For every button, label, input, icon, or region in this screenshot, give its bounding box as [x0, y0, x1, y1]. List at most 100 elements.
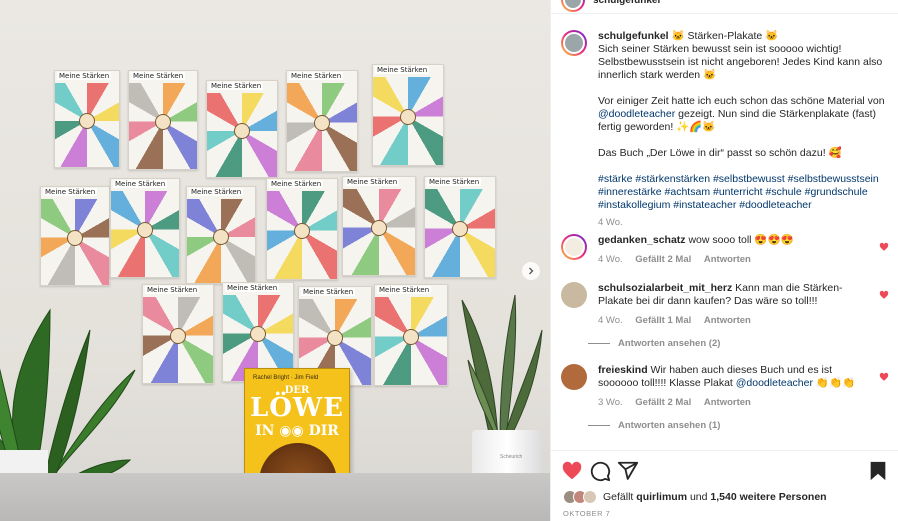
poster-label: Meine Stärken: [113, 180, 168, 188]
poster-label: Meine Stärken: [131, 72, 186, 80]
replies-dash: [588, 424, 610, 426]
comment-username[interactable]: gedanken_schatz: [598, 234, 686, 246]
book-title-in-dir: IN ◉◉ DIR: [255, 423, 339, 439]
commenter-avatar[interactable]: [561, 364, 587, 390]
comments-section[interactable]: schulgefunkel 🐱 Stärken-Plakate 🐱 Sich s…: [551, 22, 898, 448]
liker-avatars: [563, 490, 597, 504]
strengths-poster: Meine Stärken: [54, 70, 120, 168]
plant-right: [461, 294, 543, 439]
caption-entry: schulgefunkel 🐱 Stärken-Plakate 🐱 Sich s…: [561, 30, 889, 228]
replies-dash: [588, 342, 610, 344]
poster-label: Meine Stärken: [189, 188, 244, 196]
caption-mention-link[interactable]: @doodleteacher: [598, 108, 675, 120]
comment-time[interactable]: 4 Wo.: [598, 315, 623, 326]
save-button[interactable]: [867, 460, 889, 482]
caption-title: 🐱 Stärken-Plakate 🐱: [671, 30, 779, 42]
poster-label: Meine Stärken: [57, 72, 112, 80]
poster-lion-figure: [452, 221, 468, 237]
comment-mention-link[interactable]: @doodleteacher: [736, 377, 813, 389]
like-button[interactable]: [561, 460, 583, 482]
chevron-right-icon: [529, 267, 534, 275]
poster-label: Meine Stärken: [345, 178, 400, 186]
post-actions: Gefällt quirlimum und 1,540 weitere Pers…: [551, 450, 898, 521]
shelf: [0, 473, 550, 521]
comment-reply-button[interactable]: Antworten: [704, 254, 751, 265]
post-date[interactable]: OKTOBER 7: [563, 509, 610, 518]
likes-count-link[interactable]: 1,540 weitere Personen: [710, 491, 826, 503]
view-replies-button[interactable]: Antworten ansehen (2): [588, 338, 720, 349]
caption-username[interactable]: schulgefunkel: [598, 30, 669, 42]
strengths-poster: Meine Stärken: [206, 80, 278, 178]
view-replies-label: Antworten ansehen (1): [618, 420, 721, 431]
caption-time[interactable]: 4 Wo.: [598, 217, 623, 228]
likes-prefix: Gefällt: [603, 491, 634, 503]
pot-brand-label: Scheurich: [500, 454, 523, 460]
strengths-poster: Meine Stärken: [222, 282, 294, 382]
strengths-poster: Meine Stärken: [266, 178, 338, 280]
poster-lion-figure: [327, 329, 343, 346]
poster-label: Meine Stärken: [375, 66, 430, 74]
poster-label: Meine Stärken: [225, 284, 280, 292]
view-replies-button[interactable]: Antworten ansehen (1): [588, 420, 720, 431]
poster-label: Meine Stärken: [289, 72, 344, 80]
author-avatar[interactable]: [561, 30, 587, 56]
poster-lion-figure: [213, 228, 229, 245]
strengths-poster: Meine Stärken: [186, 186, 256, 284]
poster-lion-figure: [170, 327, 186, 344]
comment-like-count[interactable]: Gefällt 1 Mal: [635, 315, 691, 326]
share-button[interactable]: [617, 460, 639, 482]
comment-item: freieskind Wir haben auch dieses Buch un…: [561, 364, 889, 424]
likes-summary[interactable]: Gefällt quirlimum und 1,540 weitere Pers…: [563, 490, 827, 504]
caption-line2-pre: Vor einiger Zeit hatte ich euch schon da…: [598, 95, 885, 107]
comment-username[interactable]: freieskind: [598, 364, 648, 376]
post-side-panel: schulgefunkel schulgefunkel 🐱 Stärken-Pl…: [550, 0, 898, 521]
poster-lion-figure: [314, 115, 330, 131]
comment-time[interactable]: 3 Wo.: [598, 397, 623, 408]
strengths-poster: Meine Stärken: [424, 176, 496, 278]
likes-user-link[interactable]: quirlimum: [636, 491, 687, 503]
strengths-poster: Meine Stärken: [342, 176, 416, 276]
view-replies-label: Antworten ansehen (2): [618, 338, 721, 349]
comment-item: gedanken_schatz wow sooo toll 😍😍😍 4 Wo. …: [561, 234, 889, 278]
comment-heart-icon[interactable]: [879, 372, 889, 382]
comment-like-count[interactable]: Gefällt 2 Mal: [635, 397, 691, 408]
caption-hashtags[interactable]: #stärke #stärkenstärken #selbstbewusst #…: [598, 173, 879, 211]
carousel-next-button[interactable]: [522, 262, 540, 280]
comment-like-count[interactable]: Gefällt 2 Mal: [635, 254, 691, 265]
comment-reply-button[interactable]: Antworten: [704, 315, 751, 326]
header-avatar[interactable]: [561, 0, 585, 12]
poster-label: Meine Stärken: [377, 286, 432, 294]
poster-label: Meine Stärken: [427, 178, 482, 186]
commenter-avatar[interactable]: [561, 282, 587, 308]
poster-lion-figure: [137, 221, 153, 238]
comment-reply-button[interactable]: Antworten: [704, 397, 751, 408]
poster-lion-figure: [371, 219, 387, 236]
instagram-post-view: Meine Stärken Meine Stärken Meine Stärken M…: [0, 0, 898, 521]
comment-text-post: 👏👏👏: [812, 377, 856, 389]
header-username[interactable]: schulgefunkel: [593, 0, 660, 6]
poster-lion-figure: [250, 325, 266, 342]
comment-time[interactable]: 4 Wo.: [598, 254, 623, 265]
strengths-poster: Meine Stärken: [372, 64, 444, 166]
poster-label: Meine Stärken: [145, 286, 200, 294]
poster-lion-figure: [400, 109, 416, 125]
commenter-avatar[interactable]: [561, 234, 587, 260]
comment-heart-icon[interactable]: [879, 242, 889, 252]
post-photo[interactable]: Meine Stärken Meine Stärken Meine Stärken M…: [0, 0, 550, 521]
comment-item: schulsozialarbeit_mit_herz Kann man die …: [561, 282, 889, 342]
poster-lion-figure: [403, 329, 419, 345]
likes-mid: und: [689, 491, 708, 503]
share-icon: [617, 461, 639, 480]
post-header: schulgefunkel: [551, 0, 898, 14]
comment-heart-icon[interactable]: [879, 290, 889, 300]
comment-username[interactable]: schulsozialarbeit_mit_herz: [598, 282, 732, 294]
poster-lion-figure: [155, 113, 171, 130]
poster-label: Meine Stärken: [301, 288, 356, 296]
liker-avatar: [583, 490, 597, 504]
poster-label: Meine Stärken: [269, 180, 324, 188]
strengths-poster: Meine Stärken: [128, 70, 198, 170]
poster-lion-figure: [234, 122, 250, 139]
poster-label: Meine Stärken: [43, 188, 98, 196]
comment-button[interactable]: [589, 460, 611, 482]
strengths-poster: Meine Stärken: [374, 284, 448, 386]
